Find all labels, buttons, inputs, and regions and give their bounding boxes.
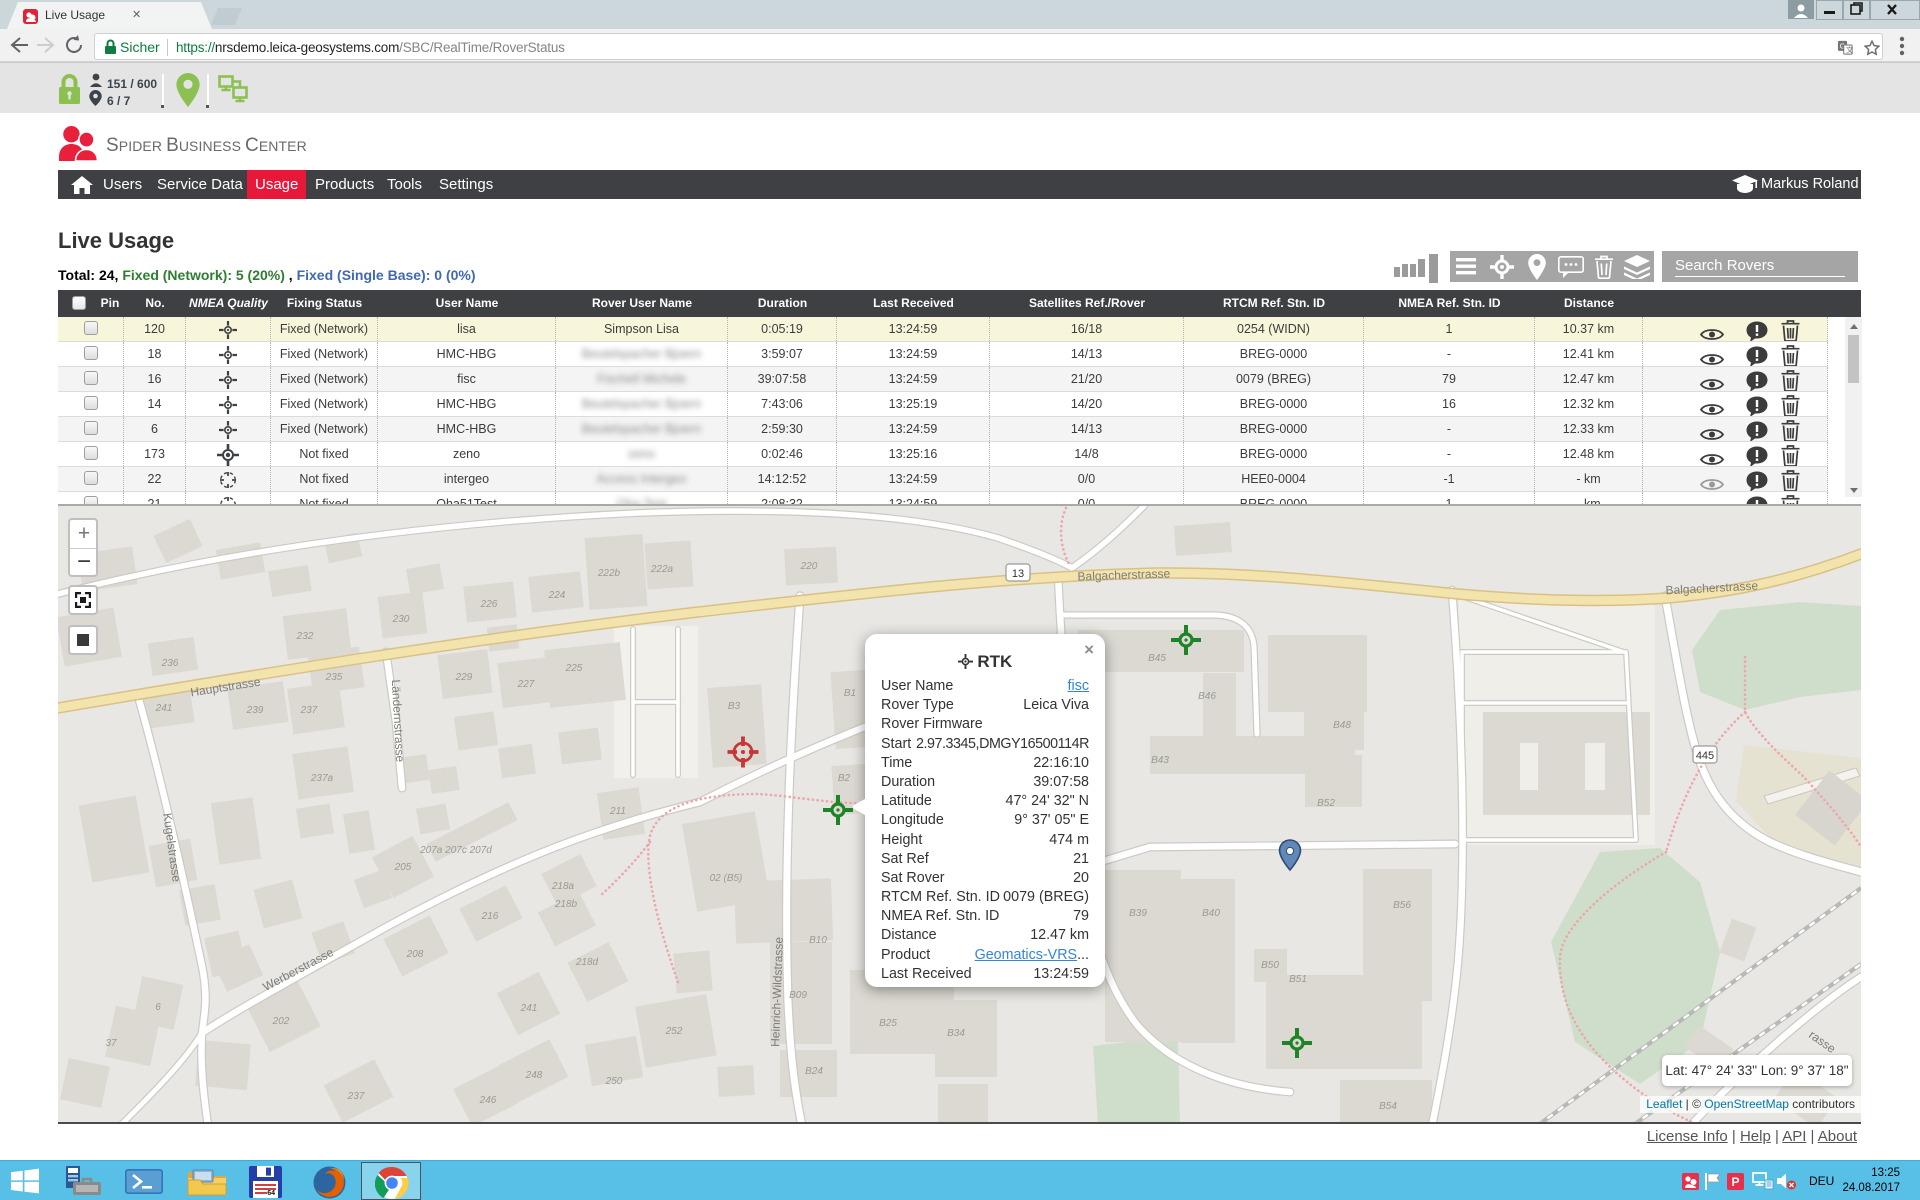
svg-text:B39: B39	[1129, 908, 1147, 919]
svg-text:B56: B56	[1393, 900, 1411, 911]
svg-text:218b: 218b	[554, 899, 578, 910]
svg-text:232: 232	[296, 631, 314, 642]
svg-text:B24: B24	[805, 1066, 823, 1077]
svg-text:02 (B5): 02 (B5)	[710, 873, 743, 884]
svg-text:文: 文	[1846, 45, 1853, 55]
svg-text:239: 239	[246, 705, 264, 716]
svg-text:B3: B3	[728, 701, 741, 712]
svg-text:224: 224	[548, 590, 566, 601]
svg-text:236: 236	[161, 658, 179, 669]
svg-text:6: 6	[155, 1002, 161, 1013]
svg-text:229: 229	[455, 672, 473, 683]
svg-text:225: 225	[565, 663, 583, 674]
svg-text:B09: B09	[789, 990, 807, 1001]
svg-text:226: 226	[480, 599, 498, 610]
svg-text:216: 216	[481, 911, 499, 922]
svg-text:241: 241	[155, 703, 173, 714]
svg-text:37: 37	[105, 1038, 117, 1049]
svg-text:B50: B50	[1261, 960, 1279, 971]
svg-text:227: 227	[517, 679, 535, 690]
svg-text:211: 211	[609, 806, 626, 817]
svg-text:248: 248	[525, 1070, 543, 1081]
svg-text:B45: B45	[1148, 653, 1166, 664]
svg-text:218a: 218a	[551, 881, 575, 892]
svg-text:B51: B51	[1289, 974, 1307, 985]
svg-text:237: 237	[300, 705, 318, 716]
svg-text:B48: B48	[1333, 720, 1351, 731]
svg-text:13: 13	[1012, 568, 1024, 580]
svg-text:237: 237	[347, 1091, 365, 1102]
svg-text:B1: B1	[844, 688, 856, 699]
svg-text:222b: 222b	[597, 568, 621, 579]
svg-text:250: 250	[605, 1076, 623, 1087]
svg-text:235: 235	[325, 672, 343, 683]
svg-text:241: 241	[520, 1003, 538, 1014]
svg-text:64: 64	[267, 1190, 275, 1197]
svg-text:B43: B43	[1151, 755, 1169, 766]
svg-text:B52: B52	[1317, 798, 1335, 809]
svg-text:246: 246	[479, 1095, 497, 1106]
svg-text:B2: B2	[838, 773, 851, 784]
svg-text:B54: B54	[1379, 1101, 1397, 1112]
svg-text:252: 252	[665, 1026, 683, 1037]
svg-text:B10: B10	[809, 935, 827, 946]
svg-text:202: 202	[272, 1016, 290, 1027]
svg-text:B40: B40	[1202, 908, 1220, 919]
svg-text:220: 220	[800, 561, 818, 572]
svg-text:230: 230	[392, 614, 410, 625]
svg-text:205: 205	[394, 862, 412, 873]
svg-text:218d: 218d	[575, 957, 599, 968]
svg-text:237a: 237a	[310, 773, 334, 784]
svg-text:207a 207c 207d: 207a 207c 207d	[419, 845, 492, 856]
svg-text:222a: 222a	[650, 564, 674, 575]
svg-text:B25: B25	[879, 1018, 897, 1029]
svg-text:B46: B46	[1198, 691, 1216, 702]
svg-text:445: 445	[1696, 750, 1714, 762]
svg-text:208: 208	[406, 949, 424, 960]
svg-text:P: P	[1731, 1175, 1739, 1189]
svg-text:B34: B34	[947, 1028, 965, 1039]
